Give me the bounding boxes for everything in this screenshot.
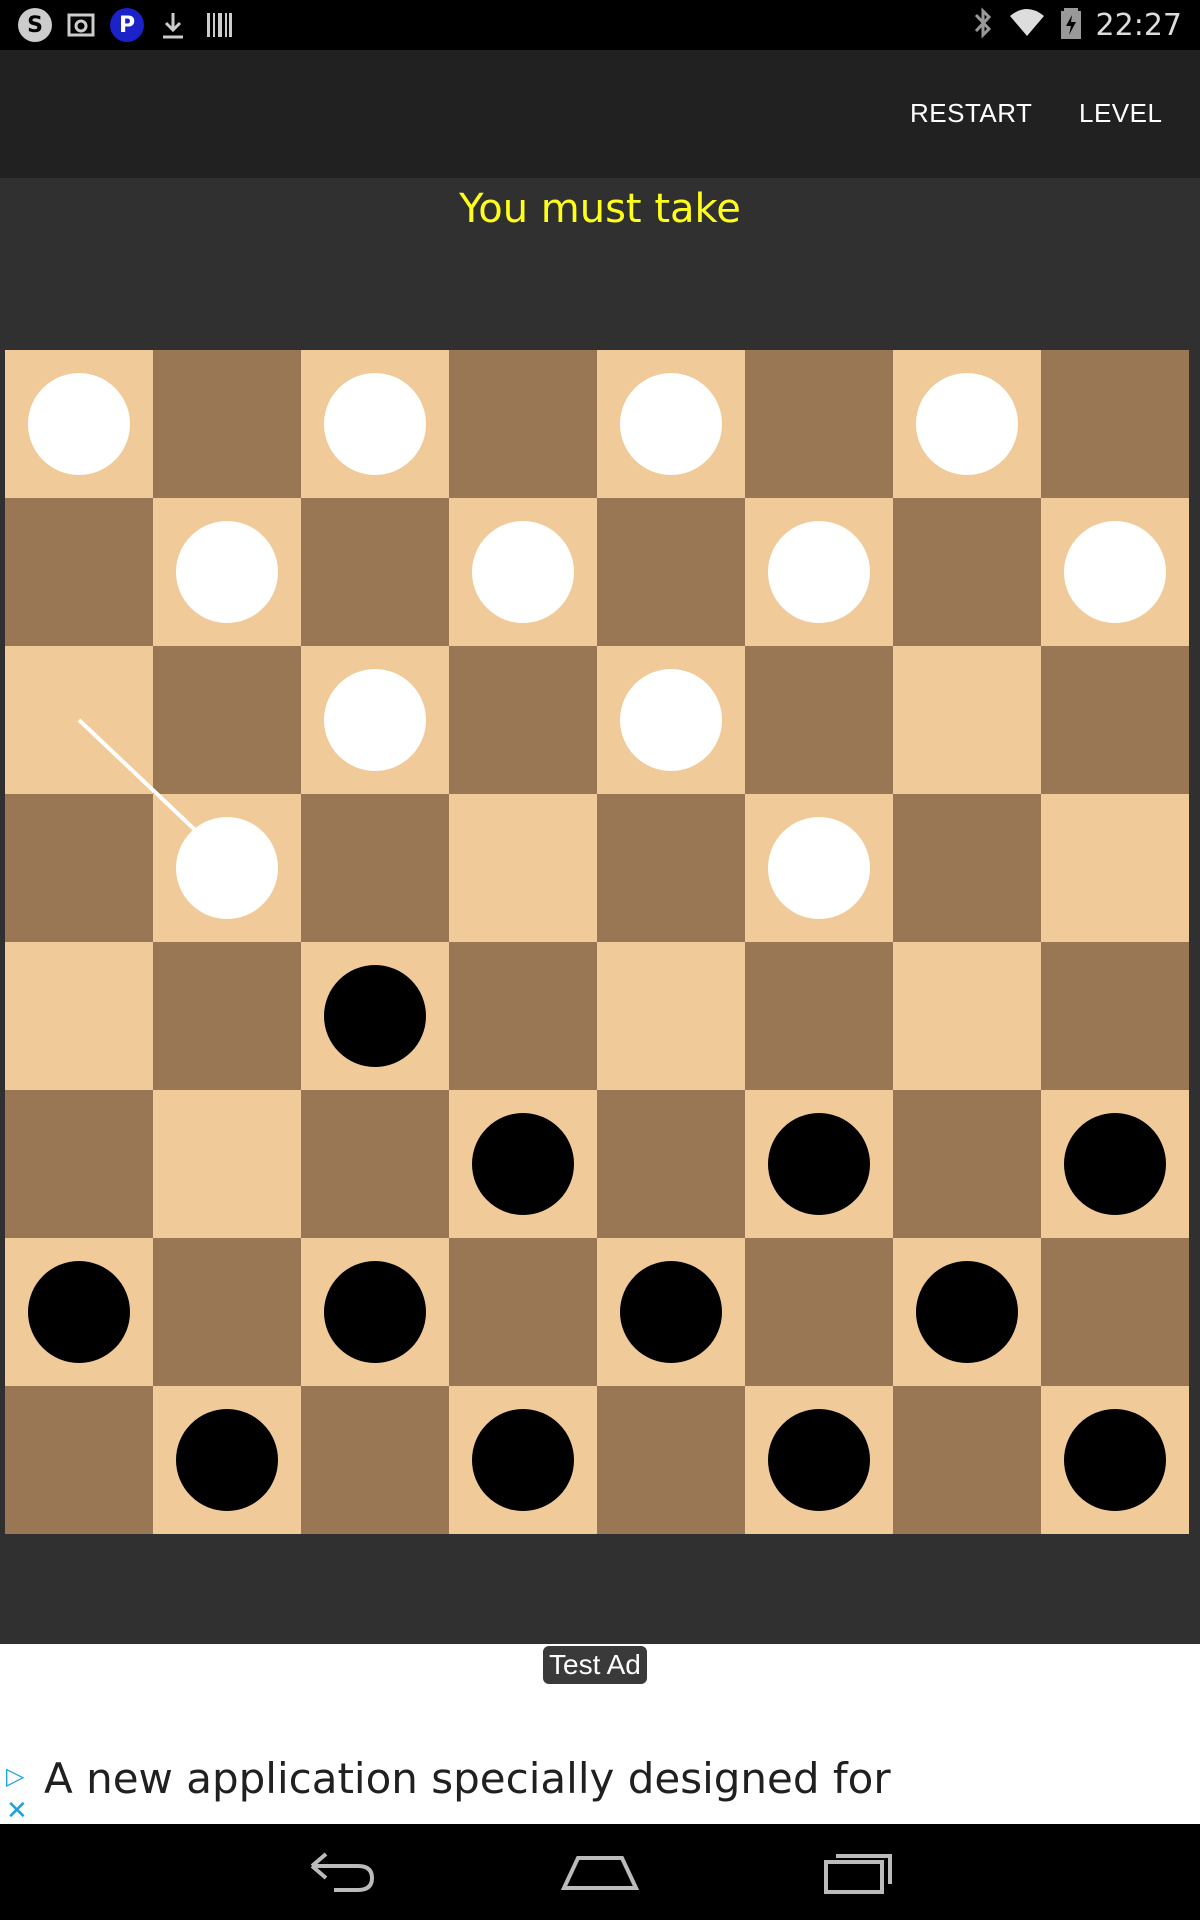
home-icon[interactable] — [560, 1846, 640, 1900]
board-square[interactable] — [153, 350, 301, 498]
black-piece[interactable] — [916, 1261, 1018, 1363]
board-square[interactable] — [745, 646, 893, 794]
board-square[interactable] — [597, 794, 745, 942]
board-square[interactable] — [5, 646, 153, 794]
board-square[interactable] — [301, 1386, 449, 1534]
white-piece[interactable] — [28, 373, 130, 475]
restart-button[interactable]: RESTART — [910, 98, 1032, 129]
board-square[interactable] — [153, 1090, 301, 1238]
status-bar: S P 22:27 — [0, 0, 1200, 50]
white-piece[interactable] — [1064, 521, 1166, 623]
board-square[interactable] — [449, 350, 597, 498]
board-square[interactable] — [301, 1090, 449, 1238]
board-square[interactable] — [301, 498, 449, 646]
board-square[interactable] — [449, 794, 597, 942]
white-piece[interactable] — [768, 521, 870, 623]
app-toolbar: RESTART LEVEL — [0, 50, 1200, 178]
black-piece[interactable] — [768, 1409, 870, 1511]
black-piece[interactable] — [324, 1261, 426, 1363]
board-square[interactable] — [5, 498, 153, 646]
board-square[interactable] — [893, 1090, 1041, 1238]
board-square[interactable] — [893, 942, 1041, 1090]
board-square[interactable] — [1041, 942, 1189, 1090]
white-piece[interactable] — [916, 373, 1018, 475]
white-piece[interactable] — [620, 373, 722, 475]
black-piece[interactable] — [472, 1113, 574, 1215]
white-piece[interactable] — [620, 669, 722, 771]
board-square[interactable] — [597, 942, 745, 1090]
board-square[interactable] — [153, 1238, 301, 1386]
skype-icon: S — [18, 8, 52, 42]
white-piece[interactable] — [324, 373, 426, 475]
board-square[interactable] — [1041, 350, 1189, 498]
back-icon[interactable] — [306, 1846, 378, 1900]
board-square[interactable] — [153, 646, 301, 794]
wifi-icon — [1008, 8, 1046, 42]
board-square[interactable] — [5, 942, 153, 1090]
gallery-icon — [64, 8, 98, 42]
board-square[interactable] — [5, 794, 153, 942]
board-square[interactable] — [153, 942, 301, 1090]
board-square[interactable] — [449, 1238, 597, 1386]
board-square[interactable] — [893, 646, 1041, 794]
ad-text[interactable]: A new application specially designed for — [44, 1754, 891, 1803]
white-piece[interactable] — [324, 669, 426, 771]
p-badge-icon: P — [110, 8, 144, 42]
board-square[interactable] — [1041, 646, 1189, 794]
black-piece[interactable] — [324, 965, 426, 1067]
white-piece[interactable] — [768, 817, 870, 919]
board-square[interactable] — [745, 350, 893, 498]
board-square[interactable] — [893, 498, 1041, 646]
clock: 22:27 — [1095, 7, 1182, 43]
test-ad-badge: Test Ad — [543, 1646, 647, 1684]
board-square[interactable] — [893, 1386, 1041, 1534]
black-piece[interactable] — [472, 1409, 574, 1511]
download-icon — [156, 8, 190, 42]
battery-icon — [1060, 6, 1082, 44]
white-piece[interactable] — [176, 817, 278, 919]
board-square[interactable] — [5, 1386, 153, 1534]
checkers-board[interactable] — [5, 350, 1189, 1534]
black-piece[interactable] — [28, 1261, 130, 1363]
game-message: You must take — [459, 186, 741, 232]
black-piece[interactable] — [768, 1113, 870, 1215]
bluetooth-icon — [972, 6, 994, 44]
board-square[interactable] — [597, 498, 745, 646]
navigation-bar — [0, 1824, 1200, 1920]
skype-icon-label: S — [27, 12, 43, 38]
barcode-icon — [202, 8, 236, 42]
black-piece[interactable] — [620, 1261, 722, 1363]
board-square[interactable] — [745, 942, 893, 1090]
p-badge-label: P — [118, 12, 136, 38]
board-square[interactable] — [893, 794, 1041, 942]
board-square[interactable] — [597, 1090, 745, 1238]
board-square[interactable] — [5, 1090, 153, 1238]
board-square[interactable] — [597, 1386, 745, 1534]
ad-banner[interactable]: Test Ad ▷ ✕ A new application specially … — [0, 1644, 1200, 1824]
black-piece[interactable] — [1064, 1409, 1166, 1511]
board-square[interactable] — [301, 794, 449, 942]
ad-choices-icon[interactable]: ▷ — [6, 1762, 24, 1790]
black-piece[interactable] — [1064, 1113, 1166, 1215]
board-square[interactable] — [449, 942, 597, 1090]
ad-close-icon[interactable]: ✕ — [6, 1796, 28, 1824]
board-square[interactable] — [449, 646, 597, 794]
level-button[interactable]: LEVEL — [1079, 98, 1162, 129]
board-square[interactable] — [1041, 1238, 1189, 1386]
white-piece[interactable] — [472, 521, 574, 623]
white-piece[interactable] — [176, 521, 278, 623]
recents-icon[interactable] — [822, 1846, 894, 1900]
black-piece[interactable] — [176, 1409, 278, 1511]
board-square[interactable] — [745, 1238, 893, 1386]
board-square[interactable] — [1041, 794, 1189, 942]
